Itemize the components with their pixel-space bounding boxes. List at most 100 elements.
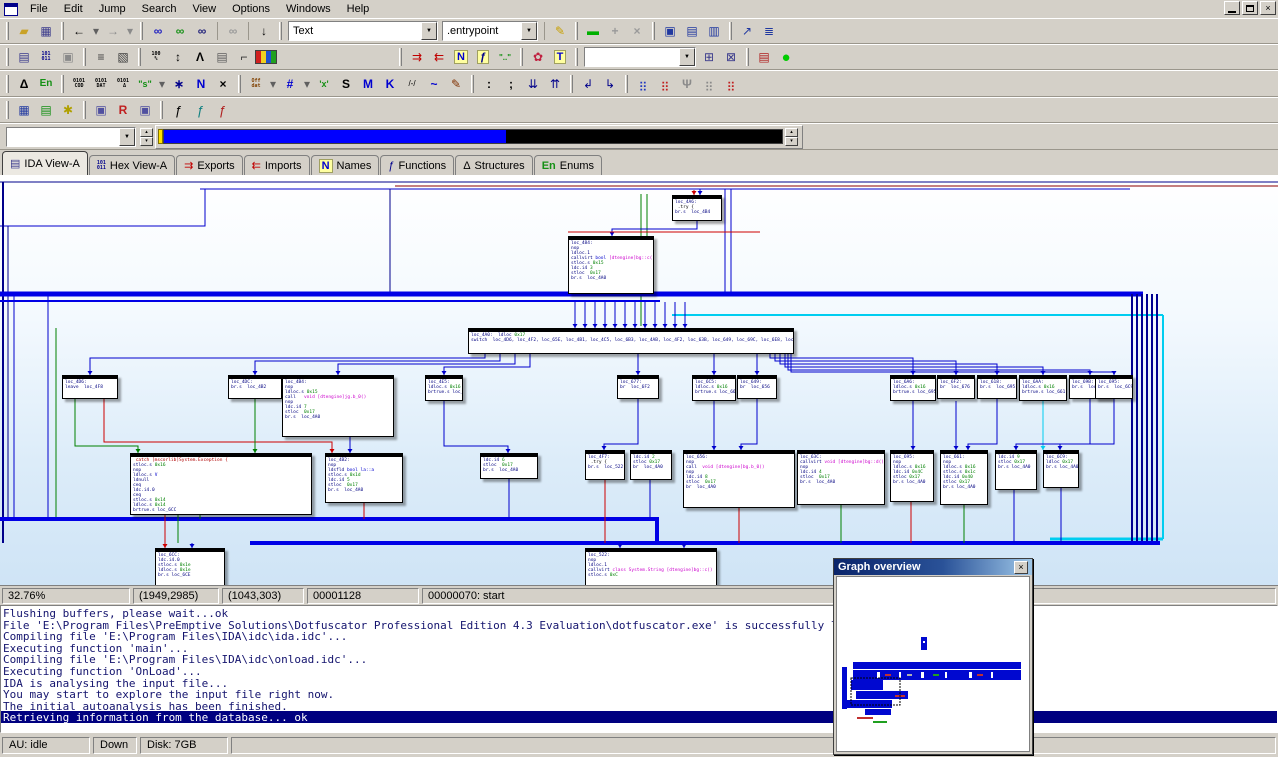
graph-node-loc_6CE[interactable]: loc_695: br.s loc_6C9 — [1095, 375, 1133, 399]
tile-vertical-icon[interactable]: ▥ — [703, 21, 725, 41]
strings-icon[interactable]: ".." — [494, 47, 516, 67]
search-text-combo[interactable]: Text ▼ — [288, 21, 438, 41]
hex-dump-icon[interactable]: 101 011 — [35, 47, 57, 67]
offset-icon[interactable]: Off dat — [245, 74, 267, 94]
menu-options[interactable]: Options — [224, 2, 278, 16]
graph-node-case_6[interactable]: ldc.i4 6 stloc 0x17 br.s loc_4A0 — [480, 453, 538, 479]
text-view-icon[interactable]: ≡ — [90, 47, 112, 67]
app-icon[interactable] — [4, 2, 18, 16]
callgraph-gray-icon[interactable]: ⣶ — [698, 74, 720, 94]
stack-change-icon[interactable]: ⇈ — [544, 74, 566, 94]
tab-imports[interactable]: ⇇ Imports — [243, 155, 310, 175]
graph-node-loc_6F2[interactable]: loc_6F2: br loc_676 — [937, 375, 975, 399]
graph-node-loc_661[interactable]: loc_661: nop ldloc.s 0x16 stloc.s 0x1c ldc.i… — [940, 450, 988, 505]
semicolon-comment-icon[interactable]: ; — [500, 74, 522, 94]
tab-names[interactable]: N Names — [310, 155, 380, 175]
windows-list-icon[interactable]: ≣ — [758, 21, 780, 41]
processor-icon[interactable]: ▣ — [57, 47, 79, 67]
status-lamp-icon[interactable]: ● — [775, 47, 797, 67]
spin-up-icon[interactable]: ▴ — [785, 127, 798, 137]
search-text-combo-dropdown-icon[interactable]: ▼ — [421, 22, 437, 40]
output-line[interactable]: Compiling file 'E:\Program Files\IDA\idc… — [1, 653, 1277, 666]
zoom-100-icon[interactable]: 100 % — [145, 47, 167, 67]
fit-window-icon[interactable]: ↕ — [167, 47, 189, 67]
segment-icon[interactable]: S — [335, 74, 357, 94]
colors-icon[interactable] — [255, 50, 277, 64]
setup-icon[interactable]: ⌐ — [233, 47, 255, 67]
offset-dropdown-icon[interactable]: ▾ — [267, 74, 279, 94]
name-icon[interactable]: N — [190, 74, 212, 94]
tile-horizontal-icon[interactable]: ▤ — [681, 21, 703, 41]
output-line[interactable]: File 'E:\Program Files\PreEmptive Soluti… — [1, 619, 1277, 632]
close-button[interactable]: × — [1260, 1, 1276, 15]
graph-node-loc_4F7[interactable]: loc_4F7: .try {br.s loc_522 — [585, 450, 625, 480]
edit-comment-icon[interactable]: ✎ — [445, 74, 467, 94]
copy-window-icon[interactable]: ▣ — [134, 100, 156, 120]
script-icon[interactable]: ▤ — [35, 100, 57, 120]
manual-icon[interactable]: M — [357, 74, 379, 94]
navband-combo-dropdown-icon[interactable]: ▼ — [119, 127, 135, 146]
data-icon[interactable]: 0101 DAT — [90, 74, 112, 94]
graph-node-loc_4B2[interactable]: loc_4B2: nop ldsfld bool la::a stloc.s 0x1d… — [325, 453, 403, 503]
graph-node-catch_handler[interactable]: catch [mscorlib]System.Exception {stloc.… — [130, 453, 312, 515]
graph-node-loc_618[interactable]: loc_618: br.s loc_695 — [977, 375, 1017, 399]
output-line[interactable]: Flushing buffers, please wait...ok — [1, 607, 1277, 620]
code-icon[interactable]: 0101 COD — [68, 74, 90, 94]
menu-jump[interactable]: Jump — [91, 2, 134, 16]
jump-address-icon[interactable]: ↓ — [253, 21, 275, 41]
exports-icon[interactable]: ⇉ — [406, 47, 428, 67]
bitwise-not-icon[interactable]: ~ — [423, 74, 445, 94]
back-dropdown-icon[interactable]: ▾ — [90, 21, 102, 41]
window-x-icon[interactable]: ⊠ — [720, 47, 742, 67]
restore-button[interactable] — [1242, 1, 1258, 15]
graph-node-loc_522[interactable]: loc_522: nop ldloc.1 callvirt class System.… — [585, 548, 717, 585]
window-stack-icon[interactable]: ▣ — [90, 100, 112, 120]
search-disabled-icon[interactable]: ∞ — [222, 21, 244, 41]
graph-node-loc_4A6[interactable]: loc_4A6: .try {br.s loc_4B4 — [672, 195, 722, 221]
graph-node-loc_649[interactable]: loc_649: br loc_656 — [737, 375, 777, 399]
name-filter-combo-dropdown-icon[interactable]: ▼ — [679, 48, 695, 66]
stack-var-icon[interactable]: ⇊ — [522, 74, 544, 94]
graph-view-icon[interactable]: ▧ — [112, 47, 134, 67]
graph-node-loc_6CC[interactable]: loc_6CC: ldc.i4.0 stloc.s 0x1e ldloc.s 0x1e… — [155, 548, 225, 585]
graph-view[interactable]: loc_4A6: .try {br.s loc_4B4 loc_484: nop ld… — [0, 176, 1278, 586]
number-icon[interactable]: # — [279, 74, 301, 94]
tab-structures[interactable]: Δ Structures — [455, 155, 533, 175]
search-binary-icon[interactable]: ∞ — [191, 21, 213, 41]
callgraph-red-icon[interactable]: ⣶ — [654, 74, 676, 94]
pop-window-icon[interactable]: ↗ — [736, 21, 758, 41]
spin-up-icon[interactable]: ▴ — [140, 127, 153, 137]
enums-icon[interactable]: En — [35, 74, 57, 94]
output-line[interactable]: The initial autoanalysis has been finish… — [1, 700, 1277, 713]
add-item-icon[interactable]: + — [604, 21, 626, 41]
print-icon[interactable]: ▤ — [211, 47, 233, 67]
window-1-icon[interactable]: ⊞ — [698, 47, 720, 67]
function-stack-icon[interactable]: ƒ — [189, 100, 211, 120]
flower-icon[interactable]: ✿ — [527, 47, 549, 67]
graph-node-loc_4A0[interactable]: loc_4A0: ldloc 0x17 switch loc_4D6, loc_4… — [468, 328, 794, 354]
signed-icon[interactable]: /-/ — [401, 74, 423, 94]
number-dropdown-icon[interactable]: ▾ — [301, 74, 313, 94]
callgraph-y-icon[interactable]: Ψ — [676, 74, 698, 94]
menu-file[interactable]: File — [22, 2, 56, 16]
search-text-icon[interactable]: ∞ — [147, 21, 169, 41]
graph-node-loc_63C[interactable]: loc_63C: callvirt void [dtengine]bg::d() n… — [797, 450, 885, 505]
graph-node-loc_6A6[interactable]: loc_6A6: ldloc.s 0x16 brtrue.s loc_695 — [890, 375, 936, 401]
output-window[interactable]: Flushing buffers, please wait...ok File '… — [0, 605, 1278, 733]
navband-right-spinner[interactable]: ▴ ▾ — [785, 127, 798, 146]
menu-windows[interactable]: Windows — [278, 2, 339, 16]
cascade-windows-icon[interactable]: ▣ — [659, 21, 681, 41]
callgraph-blue-icon[interactable]: ⣶ — [632, 74, 654, 94]
output-line[interactable]: Retrieving information from the database… — [1, 711, 1277, 724]
navband-combo[interactable]: ▼ — [6, 126, 136, 147]
graph-layout-icon[interactable]: Λ — [189, 47, 211, 67]
name-filter-combo[interactable]: ▼ — [584, 47, 696, 67]
output-line[interactable]: Executing function 'OnLoad'... — [1, 665, 1277, 678]
recent-window-icon[interactable]: R — [112, 100, 134, 120]
calculator-icon[interactable]: ▦ — [13, 100, 35, 120]
graph-overview-body[interactable] — [836, 576, 1030, 752]
search-next-icon[interactable]: ∞ — [169, 21, 191, 41]
graph-node-loc_4DC[interactable]: loc_4DC: br.s loc_4B2 — [228, 375, 282, 399]
back-icon[interactable]: ← — [68, 21, 90, 41]
leave-function-icon[interactable]: ↳ — [599, 74, 621, 94]
